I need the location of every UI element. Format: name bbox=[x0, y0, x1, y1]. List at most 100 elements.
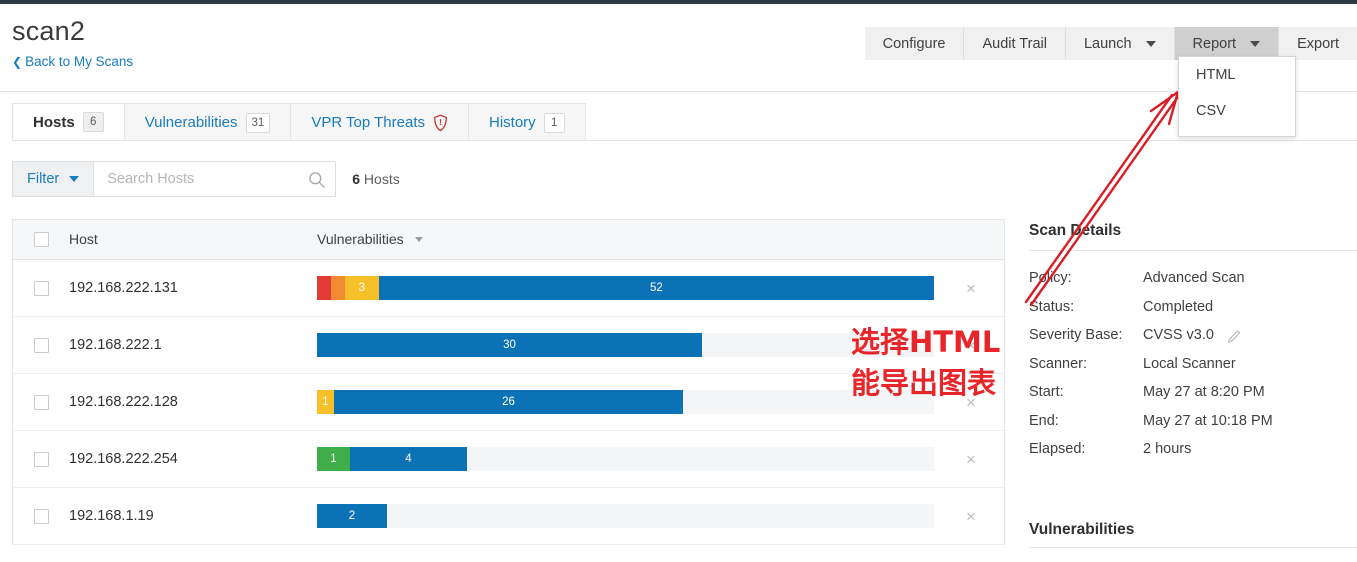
row-checkbox[interactable] bbox=[33, 394, 49, 410]
host-name[interactable]: 192.168.222.128 bbox=[69, 394, 178, 410]
column-header-vulnerabilities-label: Vulnerabilities bbox=[317, 230, 404, 247]
tab-vulnerabilities-badge: 31 bbox=[245, 112, 271, 133]
scan-details-title: Scan Details bbox=[1029, 222, 1122, 239]
row-action-cell: × bbox=[938, 451, 1004, 468]
tab-history-badge: 1 bbox=[543, 112, 565, 133]
severity-bar: 3 52 bbox=[317, 276, 934, 300]
table-row[interactable]: 192.168.222.254 1 4 × bbox=[13, 431, 1004, 488]
scan-detail-value-text: CVSS v3.0 bbox=[1143, 327, 1214, 344]
chevron-left-icon: ❮ bbox=[12, 55, 23, 69]
severity-segment-count: 4 bbox=[405, 453, 412, 465]
scan-detail-value: Completed bbox=[1143, 299, 1213, 315]
host-name[interactable]: 192.168.222.254 bbox=[69, 451, 178, 467]
host-cell: 192.168.222.254 bbox=[69, 450, 317, 468]
table-row[interactable]: 192.168.1.19 2 × bbox=[13, 488, 1004, 545]
hosts-count: 6 Hosts bbox=[352, 171, 399, 187]
row-checkbox[interactable] bbox=[33, 508, 49, 524]
launch-button[interactable]: Launch bbox=[1064, 27, 1174, 60]
vulnerabilities-cell: 14 bbox=[317, 447, 938, 471]
scan-detail-row: Severity Base: CVSS v3.0 bbox=[1029, 321, 1357, 350]
host-name[interactable]: 192.168.222.1 bbox=[69, 337, 162, 353]
search-input[interactable] bbox=[105, 162, 311, 196]
severity-segment-info[interactable]: 30 bbox=[317, 333, 702, 357]
severity-segment-count: 1 bbox=[330, 453, 337, 465]
scan-details-panel: Scan Details Policy: Advanced Scan Status:… bbox=[1029, 222, 1357, 464]
vulnerabilities-cell: 1 26 bbox=[317, 390, 938, 414]
severity-segment-info[interactable]: 2 bbox=[317, 504, 387, 528]
audit-trail-button[interactable]: Audit Trail bbox=[963, 27, 1065, 60]
column-header-host-label: Host bbox=[69, 230, 98, 247]
host-cell: 192.168.222.131 bbox=[69, 279, 317, 297]
tab-vulnerabilities[interactable]: Vulnerabilities 31 bbox=[123, 103, 292, 141]
configure-button[interactable]: Configure bbox=[864, 27, 964, 60]
table-header-row: Host Vulnerabilities bbox=[13, 220, 1004, 260]
tab-vpr-top-threats[interactable]: VPR Top Threats bbox=[290, 103, 469, 141]
scan-details-rows: Policy: Advanced Scan Status: Completed Seve… bbox=[1029, 264, 1357, 464]
launch-label: Launch bbox=[1083, 35, 1132, 52]
row-checkbox[interactable] bbox=[33, 337, 49, 353]
table-row[interactable]: 192.168.222.131 3 52 × bbox=[13, 260, 1004, 317]
back-to-my-scans-link[interactable]: ❮ Back to My Scans bbox=[12, 54, 133, 69]
scan-detail-row: End: May 27 at 10:18 PM bbox=[1029, 407, 1357, 436]
column-header-vulnerabilities[interactable]: Vulnerabilities bbox=[317, 231, 938, 249]
back-link-label: Back to My Scans bbox=[25, 54, 134, 69]
report-menu-item-html[interactable]: HTML bbox=[1179, 57, 1295, 93]
severity-segment-high[interactable] bbox=[330, 276, 345, 300]
report-menu-item-csv[interactable]: CSV bbox=[1179, 93, 1295, 129]
close-icon[interactable]: × bbox=[966, 508, 976, 525]
nessus-scan-page: scan2 ❮ Back to My Scans Configure Audit … bbox=[0, 0, 1357, 562]
severity-segment-info[interactable]: 26 bbox=[334, 390, 683, 414]
host-cell: 192.168.1.19 bbox=[69, 507, 317, 525]
scan-detail-value-text: 2 hours bbox=[1143, 441, 1192, 458]
scan-detail-row: Scanner: Local Scanner bbox=[1029, 350, 1357, 379]
search-icon[interactable] bbox=[308, 171, 326, 194]
tab-history-label: History bbox=[488, 114, 536, 131]
search-hosts-field[interactable] bbox=[93, 161, 337, 197]
scan-detail-value-text: May 27 at 8:20 PM bbox=[1143, 384, 1265, 401]
scan-detail-value: May 27 at 8:20 PM bbox=[1143, 384, 1265, 400]
vulnerabilities-cell: 30 bbox=[317, 333, 938, 357]
severity-segment-count: 2 bbox=[348, 510, 356, 522]
scan-detail-value: Advanced Scan bbox=[1143, 270, 1245, 286]
tab-history[interactable]: History 1 bbox=[467, 103, 586, 141]
severity-segment-critical[interactable] bbox=[317, 276, 331, 300]
chevron-down-icon bbox=[69, 176, 80, 182]
host-cell: 192.168.222.1 bbox=[69, 336, 317, 354]
severity-segment-low[interactable]: 1 bbox=[317, 447, 350, 471]
vulnerabilities-section-divider bbox=[1029, 547, 1357, 548]
column-header-host[interactable]: Host bbox=[69, 231, 317, 249]
close-icon[interactable]: × bbox=[966, 280, 976, 297]
severity-segment-info[interactable]: 4 bbox=[350, 447, 467, 471]
scan-detail-key: Severity Base: bbox=[1029, 327, 1123, 344]
severity-segment-info[interactable]: 52 bbox=[378, 276, 934, 300]
severity-bar: 2 bbox=[317, 504, 934, 528]
row-checkbox[interactable] bbox=[33, 280, 49, 296]
tab-bar-underline bbox=[12, 140, 1357, 141]
annotation-line-1: 选择HTML bbox=[851, 325, 1001, 359]
pencil-icon[interactable] bbox=[1226, 327, 1243, 344]
report-menu-html-label: HTML bbox=[1196, 67, 1236, 83]
close-icon[interactable]: × bbox=[966, 451, 976, 468]
severity-segment-medium[interactable]: 1 bbox=[317, 390, 334, 414]
chevron-down-icon bbox=[1145, 40, 1156, 47]
host-name[interactable]: 192.168.1.19 bbox=[69, 508, 154, 524]
scan-detail-row: Status: Completed bbox=[1029, 293, 1357, 322]
audit-trail-label: Audit Trail bbox=[982, 35, 1047, 52]
row-checkbox[interactable] bbox=[33, 451, 49, 467]
row-select-cell bbox=[13, 394, 69, 410]
annotation-text: 选择HTML 能导出图表 bbox=[851, 322, 1000, 404]
tab-hosts[interactable]: Hosts 6 bbox=[12, 103, 125, 141]
severity-segment-medium[interactable]: 3 bbox=[344, 276, 379, 300]
hosts-count-number: 6 bbox=[352, 171, 361, 187]
severity-segment-count: 30 bbox=[503, 339, 516, 351]
row-action-cell: × bbox=[938, 280, 1004, 297]
host-name[interactable]: 192.168.222.131 bbox=[69, 280, 178, 296]
shield-icon bbox=[433, 114, 448, 132]
header-divider bbox=[0, 91, 1357, 92]
scan-detail-key: Status: bbox=[1029, 298, 1075, 315]
select-all-checkbox[interactable] bbox=[33, 232, 49, 247]
filter-button[interactable]: Filter bbox=[12, 161, 94, 197]
row-select-cell bbox=[13, 508, 69, 524]
annotation-line-2: 能导出图表 bbox=[851, 366, 997, 401]
scan-detail-key: Start: bbox=[1029, 384, 1064, 401]
